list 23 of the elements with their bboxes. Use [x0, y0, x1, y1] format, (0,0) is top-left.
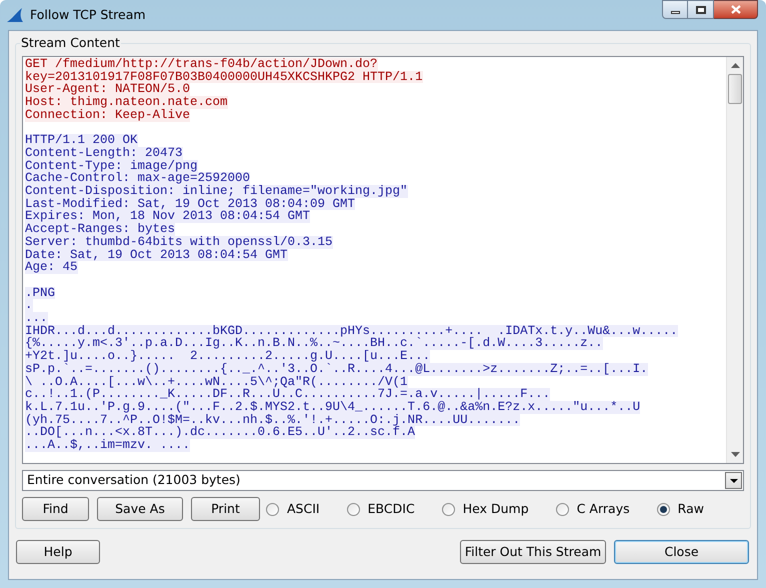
conversation-dropdown[interactable]: Entire conversation (21003 bytes)	[22, 470, 744, 491]
shark-fin-icon	[6, 7, 24, 23]
maximize-button[interactable]	[688, 0, 714, 19]
caret-icon	[730, 478, 738, 482]
scrollbar[interactable]	[726, 57, 743, 463]
format-radio[interactable]: Raw	[656, 500, 704, 518]
up-arrow-icon	[730, 63, 740, 68]
format-radio[interactable]: ASCII	[266, 500, 320, 518]
action-button[interactable]: Save As	[97, 497, 183, 521]
close-window-button[interactable]	[714, 0, 758, 19]
format-radio[interactable]: EBCDIC	[346, 500, 415, 518]
action-button[interactable]: Find	[22, 497, 89, 521]
help-button[interactable]: Help	[16, 540, 100, 564]
down-arrow-icon	[730, 452, 740, 457]
format-radio[interactable]: C Arrays	[556, 500, 630, 518]
close-icon	[730, 5, 740, 14]
close-button[interactable]: Close	[614, 540, 749, 564]
minimize-button[interactable]	[662, 0, 688, 19]
scrollbar-thumb[interactable]	[728, 74, 742, 104]
window-title: Follow TCP Stream	[30, 6, 146, 24]
filter-out-button[interactable]: Filter Out This Stream	[460, 540, 606, 564]
action-button[interactable]: Print	[191, 497, 260, 521]
format-radio[interactable]: Hex Dump	[442, 500, 529, 518]
